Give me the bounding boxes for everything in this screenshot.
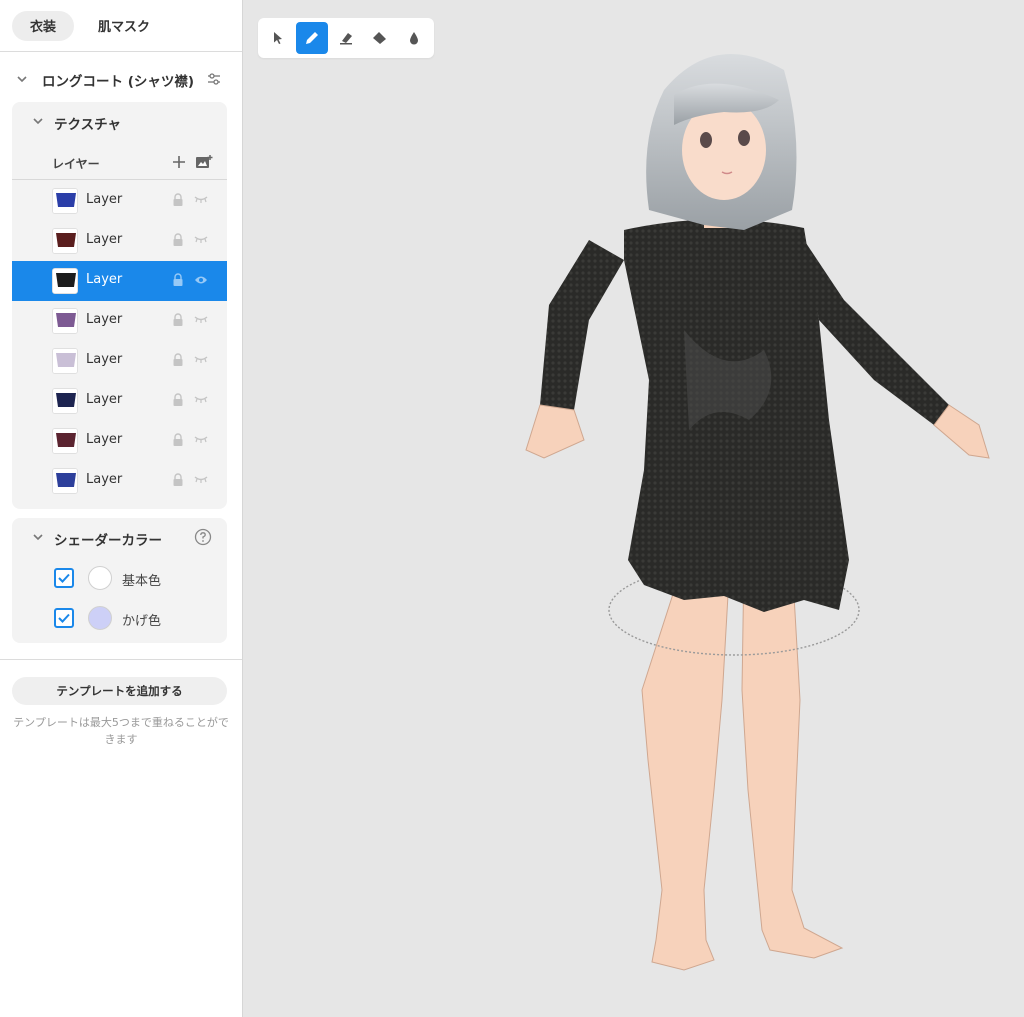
- shade-color-swatch[interactable]: [88, 606, 112, 630]
- layer-name: Layer: [86, 432, 123, 447]
- eye-closed-icon[interactable]: [194, 354, 208, 364]
- layer-row[interactable]: Layer: [12, 381, 227, 421]
- shader-header[interactable]: シェーダーカラー: [12, 518, 227, 556]
- eye-closed-icon[interactable]: [194, 234, 208, 244]
- layer-name: Layer: [86, 352, 123, 367]
- layer-row[interactable]: Layer: [12, 421, 227, 461]
- base-color-row: 基本色: [12, 562, 227, 594]
- avatar-viewport[interactable]: [244, 0, 1024, 1017]
- select-tool-button[interactable]: [262, 22, 294, 54]
- lock-icon[interactable]: [172, 193, 184, 207]
- base-color-checkbox[interactable]: [54, 568, 74, 588]
- item-title: ロングコート (シャツ襟): [42, 74, 195, 90]
- layer-name: Layer: [86, 272, 123, 287]
- layers-label: レイヤー: [52, 157, 100, 171]
- lock-icon[interactable]: [172, 473, 184, 487]
- check-icon: [58, 613, 70, 623]
- fill-tool-button[interactable]: [364, 22, 396, 54]
- base-color-swatch[interactable]: [88, 566, 112, 590]
- layer-name: Layer: [86, 472, 123, 487]
- divider: [0, 659, 242, 660]
- template-note: テンプレートは最大5つまで重ねることができます: [13, 716, 229, 746]
- pen-tool-button[interactable]: [296, 22, 328, 54]
- top-tabs: 衣装 肌マスク: [0, 0, 242, 52]
- layer-thumbnail: [52, 308, 78, 334]
- lock-icon[interactable]: [172, 393, 184, 407]
- layer-thumbnail: [52, 268, 78, 294]
- chevron-down-icon[interactable]: [15, 72, 29, 86]
- drawing-toolbar: [258, 18, 434, 58]
- eye-closed-icon[interactable]: [194, 474, 208, 484]
- layer-thumbnail: [52, 468, 78, 494]
- lock-icon[interactable]: [172, 233, 184, 247]
- dropper-tool-button[interactable]: [398, 22, 430, 54]
- lock-icon[interactable]: [172, 273, 184, 287]
- cursor-icon: [274, 32, 282, 44]
- layer-row[interactable]: Layer: [12, 181, 227, 221]
- eye-closed-icon[interactable]: [194, 434, 208, 444]
- tab-skin-mask[interactable]: 肌マスク: [80, 11, 168, 41]
- layers-header: レイヤー: [12, 146, 227, 180]
- sidebar: 衣装 肌マスク ロングコート (シャツ襟) テクスチャ レイヤー Layer La…: [0, 0, 243, 1017]
- layer-thumbnail: [52, 388, 78, 414]
- layer-thumbnail: [52, 228, 78, 254]
- shade-color-label: かげ色: [122, 614, 162, 629]
- eraser-tool-button[interactable]: [330, 22, 362, 54]
- add-layer-icon[interactable]: [172, 155, 186, 169]
- texture-panel: テクスチャ レイヤー Layer Layer Layer Layer Layer Laye…: [12, 102, 227, 509]
- eye-icon[interactable]: [194, 274, 208, 286]
- layer-row[interactable]: Layer: [12, 461, 227, 501]
- add-image-icon[interactable]: [195, 154, 213, 170]
- layer-row[interactable]: Layer: [12, 301, 227, 341]
- layer-list: Layer Layer Layer Layer Layer Layer Layer Layer: [12, 181, 227, 501]
- sliders-icon[interactable]: [206, 71, 222, 87]
- shade-color-row: かげ色: [12, 602, 227, 634]
- drop-icon: [410, 32, 418, 45]
- layer-name: Layer: [86, 312, 123, 327]
- texture-title: テクスチャ: [54, 117, 121, 133]
- add-template-button[interactable]: テンプレートを追加する: [12, 677, 227, 705]
- layer-name: Layer: [86, 392, 123, 407]
- chevron-down-icon[interactable]: [32, 115, 44, 127]
- tab-costume[interactable]: 衣装: [12, 10, 75, 41]
- shader-color-panel: シェーダーカラー 基本色 かげ色: [12, 518, 227, 643]
- eye-closed-icon[interactable]: [194, 394, 208, 404]
- layer-row[interactable]: Layer: [12, 221, 227, 261]
- layer-row[interactable]: Layer: [12, 261, 227, 301]
- layer-row[interactable]: Layer: [12, 341, 227, 381]
- shade-color-checkbox[interactable]: [54, 608, 74, 628]
- shader-title: シェーダーカラー: [54, 533, 162, 549]
- item-header[interactable]: ロングコート (シャツ襟): [0, 64, 242, 94]
- lock-icon[interactable]: [172, 313, 184, 327]
- chevron-down-icon[interactable]: [32, 531, 44, 543]
- base-color-label: 基本色: [122, 574, 162, 589]
- eraser-icon: [340, 33, 352, 45]
- help-icon[interactable]: [194, 528, 212, 546]
- pencil-icon: [306, 32, 318, 44]
- texture-header[interactable]: テクスチャ: [12, 102, 227, 140]
- layer-name: Layer: [86, 232, 123, 247]
- layer-thumbnail: [52, 428, 78, 454]
- eye-closed-icon[interactable]: [194, 314, 208, 324]
- bucket-icon: [373, 32, 386, 44]
- layer-thumbnail: [52, 348, 78, 374]
- lock-icon[interactable]: [172, 353, 184, 367]
- avatar-model[interactable]: [244, 0, 1024, 1017]
- check-icon: [58, 573, 70, 583]
- layer-name: Layer: [86, 192, 123, 207]
- eye-closed-icon[interactable]: [194, 194, 208, 204]
- lock-icon[interactable]: [172, 433, 184, 447]
- layer-thumbnail: [52, 188, 78, 214]
